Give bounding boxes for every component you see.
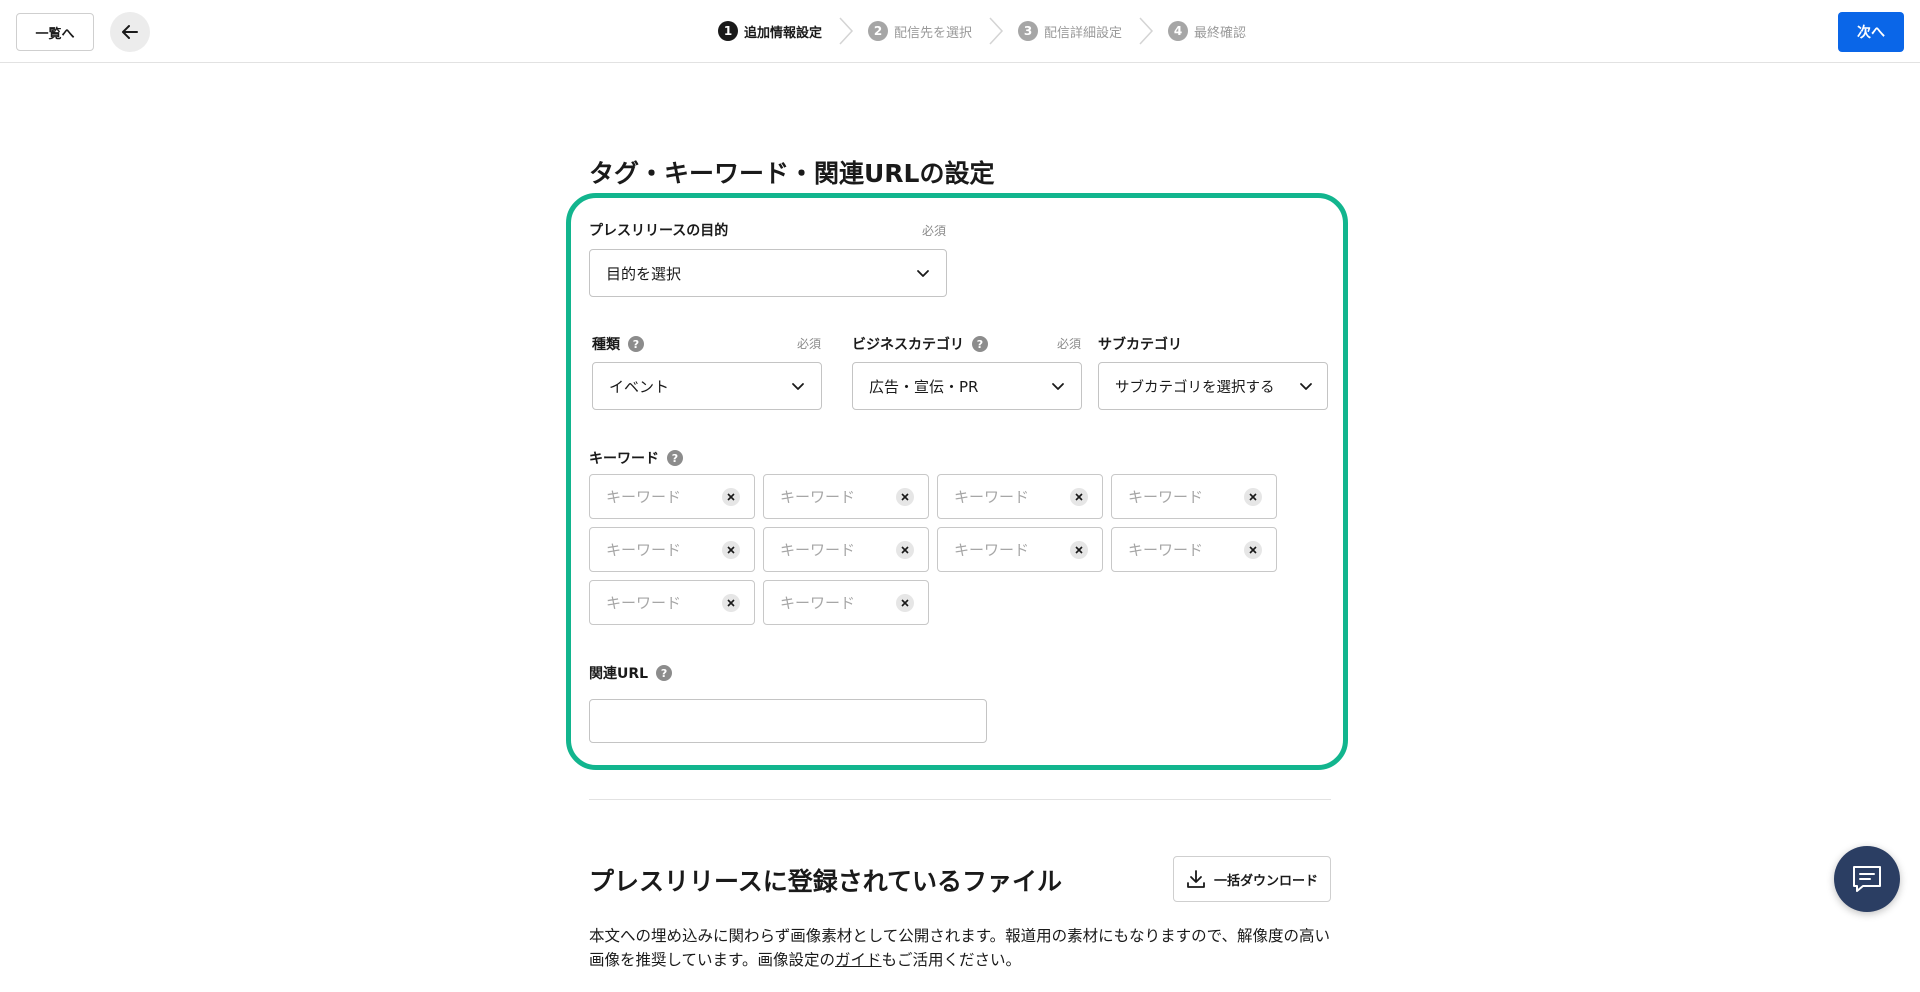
- purpose-select[interactable]: 目的を選択: [589, 249, 947, 297]
- files-section-title: プレスリリースに登録されているファイル: [589, 867, 1063, 896]
- question-icon[interactable]: ?: [656, 665, 673, 681]
- close-icon[interactable]: [722, 540, 740, 559]
- keyword-input[interactable]: [780, 540, 896, 559]
- type-select-value: イベント: [609, 377, 670, 396]
- keyword-input[interactable]: [954, 540, 1070, 559]
- chevron-down-icon: [1300, 383, 1312, 390]
- close-icon[interactable]: [722, 487, 740, 506]
- keyword-field[interactable]: [589, 527, 755, 572]
- progress-steps: 1 追加情報設定 2 配信先を選択 3 配信詳細設定 4 最終確認: [718, 12, 1246, 50]
- purpose-label: プレスリリースの目的: [589, 220, 728, 240]
- step-3: 3 配信詳細設定: [1018, 12, 1122, 50]
- close-icon[interactable]: [1244, 487, 1262, 506]
- chevron-down-icon: [792, 383, 804, 390]
- back-to-list-button[interactable]: 一覧へ: [16, 13, 94, 51]
- chevron-right-icon: [989, 17, 1004, 45]
- back-button[interactable]: [110, 12, 150, 52]
- sub-category-select[interactable]: サブカテゴリを選択する: [1098, 362, 1328, 410]
- related-url-label-text: 関連URL: [589, 666, 649, 682]
- question-icon[interactable]: ?: [972, 336, 988, 352]
- step-number: 2: [868, 21, 889, 41]
- step-number: 3: [1018, 21, 1039, 41]
- type-label: 種類 ?: [592, 334, 644, 354]
- top-bar: 一覧へ 1 追加情報設定 2 配信先を選択 3 配信詳細設定 4 最終確認 次へ: [0, 0, 1920, 63]
- chat-icon: [1853, 866, 1881, 892]
- step-2: 2 配信先を選択: [868, 12, 972, 50]
- close-icon[interactable]: [896, 487, 914, 506]
- purpose-label-text: プレスリリースの目的: [589, 223, 729, 239]
- keyword-input[interactable]: [780, 593, 896, 612]
- related-url-label: 関連URL ?: [589, 663, 673, 683]
- step-number: 1: [718, 21, 738, 41]
- required-badge: 必須: [922, 224, 947, 238]
- purpose-select-value: 目的を選択: [606, 264, 682, 283]
- business-category-select[interactable]: 広告・宣伝・PR: [852, 362, 1082, 410]
- sub-category-label-text: サブカテゴリ: [1098, 337, 1182, 353]
- keyword-field[interactable]: [1111, 527, 1277, 572]
- related-url-input[interactable]: [589, 699, 987, 743]
- keyword-input[interactable]: [1128, 487, 1244, 506]
- keyword-input[interactable]: [1128, 540, 1244, 559]
- keyword-input[interactable]: [606, 487, 722, 506]
- keyword-field[interactable]: [763, 474, 929, 519]
- type-select[interactable]: イベント: [592, 362, 822, 410]
- close-icon[interactable]: [896, 540, 914, 559]
- divider: [589, 799, 1331, 800]
- question-icon[interactable]: ?: [667, 450, 683, 466]
- arrow-left-icon: [122, 25, 138, 39]
- files-description: 本文への埋め込みに関わらず画像素材として公開されます。報道用の素材にもなりますの…: [589, 924, 1331, 972]
- step-label: 追加情報設定: [744, 25, 823, 41]
- sub-category-label: サブカテゴリ: [1098, 334, 1182, 354]
- required-badge: 必須: [797, 337, 822, 351]
- keyword-field[interactable]: [937, 474, 1103, 519]
- keyword-field[interactable]: [589, 474, 755, 519]
- keyword-field[interactable]: [763, 527, 929, 572]
- step-1: 1 追加情報設定: [718, 12, 822, 50]
- close-icon[interactable]: [896, 593, 914, 612]
- keyword-input[interactable]: [606, 593, 722, 612]
- type-label-text: 種類: [592, 337, 620, 353]
- page-title: タグ・キーワード・関連URLの設定: [589, 159, 995, 188]
- chevron-down-icon: [1052, 383, 1064, 390]
- question-icon[interactable]: ?: [628, 336, 644, 352]
- bulk-download-button[interactable]: 一括ダウンロード: [1173, 856, 1331, 902]
- business-category-label-text: ビジネスカテゴリ: [852, 337, 964, 353]
- business-category-select-value: 広告・宣伝・PR: [869, 377, 979, 396]
- keyword-input[interactable]: [780, 487, 896, 506]
- keyword-label-text: キーワード: [589, 451, 659, 467]
- close-icon[interactable]: [1070, 487, 1088, 506]
- step-label: 配信詳細設定: [1044, 25, 1123, 41]
- close-icon[interactable]: [1244, 540, 1262, 559]
- guide-link[interactable]: ガイド: [835, 951, 882, 969]
- business-category-label: ビジネスカテゴリ ?: [852, 334, 988, 354]
- step-label: 最終確認: [1194, 25, 1247, 41]
- step-label: 配信先を選択: [894, 25, 973, 41]
- chevron-right-icon: [1139, 17, 1154, 45]
- step-number: 4: [1168, 21, 1189, 41]
- close-icon[interactable]: [1070, 540, 1088, 559]
- sub-category-select-value: サブカテゴリを選択する: [1115, 379, 1275, 396]
- chevron-down-icon: [917, 270, 929, 277]
- required-badge: 必須: [1057, 337, 1082, 351]
- keyword-field[interactable]: [589, 580, 755, 625]
- keyword-input[interactable]: [606, 540, 722, 559]
- keyword-field[interactable]: [937, 527, 1103, 572]
- step-4: 4 最終確認: [1168, 12, 1246, 50]
- keyword-field[interactable]: [1111, 474, 1277, 519]
- keyword-label: キーワード ?: [589, 448, 683, 468]
- next-button[interactable]: 次へ: [1838, 12, 1904, 52]
- keyword-field[interactable]: [763, 580, 929, 625]
- bulk-download-label: 一括ダウンロード: [1213, 873, 1318, 889]
- close-icon[interactable]: [722, 593, 740, 612]
- files-description-text-end: もご活用ください。: [881, 951, 1022, 969]
- chevron-right-icon: [839, 17, 854, 45]
- download-icon: [1187, 870, 1205, 888]
- keyword-input[interactable]: [954, 487, 1070, 506]
- chat-button[interactable]: [1834, 846, 1900, 912]
